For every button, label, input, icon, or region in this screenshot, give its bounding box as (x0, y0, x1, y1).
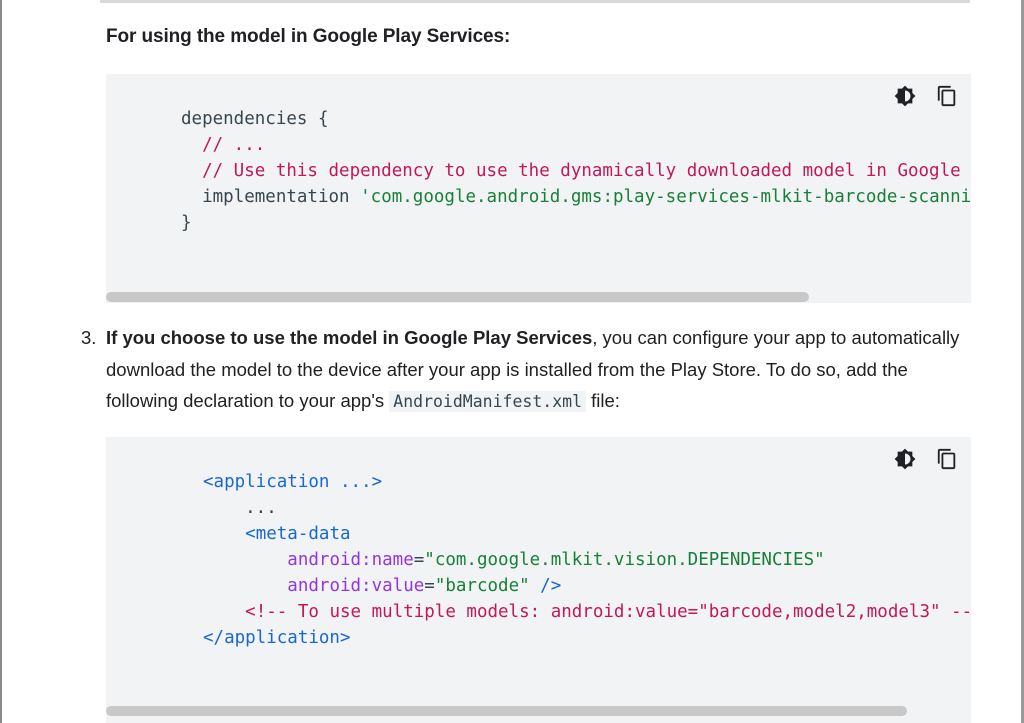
list-number: 3. (81, 327, 97, 348)
brightness-icon[interactable] (891, 84, 919, 108)
code-comment: <!-- To use multiple models: android:val… (245, 602, 971, 622)
code-block-gradle: dependencies { // ... // Use this depend… (106, 74, 971, 303)
code-eq: = (413, 550, 425, 570)
horizontal-scrollbar[interactable] (106, 292, 809, 302)
code-attr: android:value (287, 576, 425, 596)
copy-icon[interactable] (933, 447, 961, 471)
step-3-tail: file: (586, 390, 620, 411)
code-attr: android:name (287, 550, 414, 570)
code-keyword: implementation (181, 187, 361, 207)
code-tag: </application> (203, 628, 351, 648)
code-text: dependencies { // ... // Use this depend… (181, 106, 971, 236)
code-string: "barcode" (434, 576, 530, 596)
inline-code-manifest: AndroidManifest.xml (389, 391, 587, 412)
code-eq: = (424, 576, 435, 596)
code-line: } (181, 213, 192, 233)
copy-icon[interactable] (933, 84, 961, 108)
code-block-actions (891, 84, 961, 108)
code-string: 'com.google.android.gms:play-services-ml… (360, 187, 971, 207)
step-3-bold: If you choose to use the model in Google… (106, 327, 593, 348)
code-block-actions (891, 447, 961, 471)
code-string: "com.google.mlkit.vision.DEPENDENCIES" (424, 550, 825, 570)
code-comment: // ... (181, 135, 266, 155)
brightness-icon[interactable] (891, 447, 919, 471)
code-tag: <meta-data (245, 524, 351, 544)
code-tag: /> (529, 576, 562, 596)
code-block-manifest: <application ...> ... <meta-data android… (106, 437, 971, 723)
code-text: <application ...> ... <meta-data android… (203, 469, 971, 651)
code-line: ... (203, 498, 277, 518)
code-line: dependencies { (181, 109, 329, 129)
code-comment: // Use this dependency to use the dynami… (202, 161, 961, 181)
code-tag: <application ...> (203, 472, 383, 492)
window-left-border (0, 0, 2, 723)
horizontal-scrollbar[interactable] (106, 706, 907, 716)
section-heading: For using the model in Google Play Servi… (106, 26, 511, 47)
top-divider (100, 0, 970, 3)
step-3-text: If you choose to use the model in Google… (106, 322, 976, 418)
